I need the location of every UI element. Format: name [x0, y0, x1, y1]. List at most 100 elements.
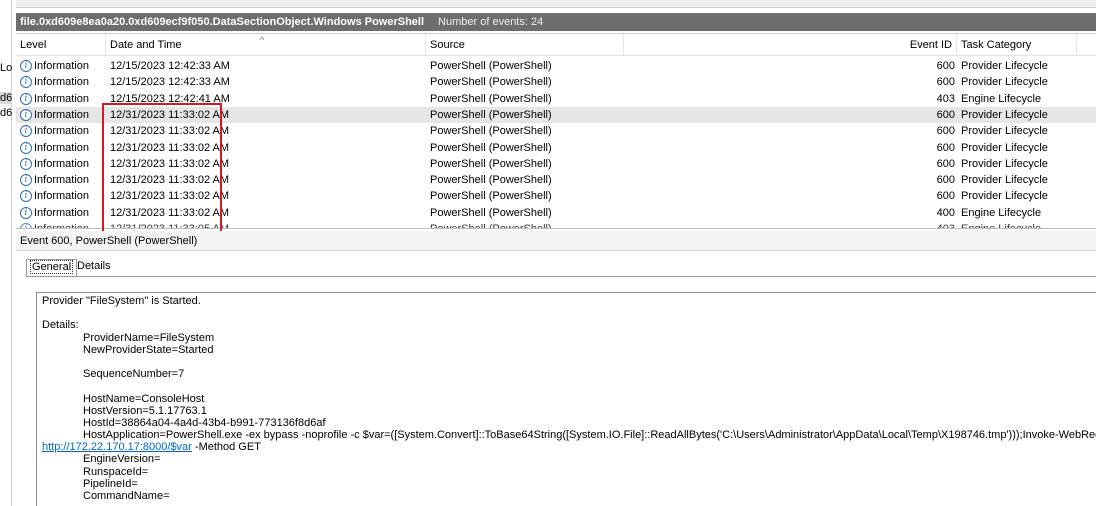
task-category-cell: Provider Lifecycle: [961, 141, 1048, 154]
table-row[interactable]: i Information 12/15/2023 12:42:41 AM PowerS…: [16, 91, 1096, 107]
level-text: Information: [34, 60, 90, 72]
table-row[interactable]: i Information 12/31/2023 11:33:02 AM PowerS…: [16, 140, 1096, 156]
info-icon: i: [20, 60, 32, 72]
source-cell: PowerShell (PowerShell): [430, 174, 552, 187]
task-category-cell: Provider Lifecycle: [961, 108, 1048, 121]
level-cell: i Information: [20, 140, 89, 156]
source-cell: PowerShell (PowerShell): [430, 108, 552, 121]
tree-fragment[interactable]: d6: [0, 107, 12, 119]
table-row[interactable]: i Information 12/15/2023 12:42:33 AM PowerS…: [16, 58, 1096, 74]
level-cell: i Information: [20, 107, 89, 123]
level-cell: i Information: [20, 172, 89, 188]
task-category-cell: Engine Lifecycle: [961, 206, 1042, 219]
pipeline-id-line: PipelineId=: [83, 477, 138, 490]
table-row[interactable]: i Information 12/31/2023 11:33:05 AM PowerS…: [16, 221, 1096, 229]
level-cell: i Information: [20, 188, 89, 204]
table-row[interactable]: i Information 12/31/2023 11:33:02 AM PowerS…: [16, 172, 1096, 188]
sequence-number-line: SequenceNumber=7: [83, 368, 185, 381]
tab-divider: [26, 276, 1096, 277]
datetime-cell: 12/15/2023 12:42:33 AM: [110, 60, 230, 72]
info-icon: i: [20, 223, 32, 228]
event-id-cell: 600: [936, 108, 955, 121]
host-application-line: HostApplication=PowerShell.exe -ex bypas…: [83, 429, 1096, 442]
level-cell: i Information: [20, 221, 90, 229]
provider-name-line: ProviderName=FileSystem: [83, 331, 215, 344]
log-titlebar: file.0xd609e8ea0a20.0xd609ecf9f050.DataS…: [16, 13, 1096, 31]
info-icon: i: [20, 108, 32, 121]
event-id-cell: 600: [936, 190, 955, 203]
level-text: Information: [34, 108, 90, 121]
task-category-cell: Engine Lifecycle: [961, 223, 1042, 229]
source-cell: PowerShell (PowerShell): [430, 60, 552, 72]
host-name-line: HostName=ConsoleHost: [83, 392, 205, 405]
event-detail-header: Event 600, PowerShell (PowerShell): [16, 231, 1096, 251]
provider-started-text: Provider "FileSystem" is Started.: [42, 295, 201, 307]
level-text: Information: [34, 92, 90, 105]
tree-fragment-selected[interactable]: d6: [0, 92, 13, 104]
info-icon: i: [20, 157, 32, 170]
info-icon: i: [20, 125, 32, 138]
details-label: Details:: [42, 319, 79, 332]
table-row[interactable]: i Information 12/15/2023 12:42:33 AM PowerS…: [16, 74, 1096, 90]
table-row[interactable]: i Information 12/31/2023 11:33:02 AM PowerS…: [16, 106, 1096, 123]
table-row[interactable]: i Information 12/31/2023 11:33:02 AM PowerS…: [16, 156, 1096, 172]
source-cell: PowerShell (PowerShell): [430, 223, 552, 229]
table-row[interactable]: i Information 12/31/2023 11:33:02 AM PowerS…: [16, 205, 1096, 221]
task-category-cell: Provider Lifecycle: [961, 76, 1048, 89]
datetime-cell: 12/31/2023 11:33:02 AM: [110, 141, 230, 154]
task-category-cell: Provider Lifecycle: [961, 190, 1048, 203]
level-text: Information: [34, 190, 90, 203]
level-text: Information: [34, 157, 90, 170]
column-header-task-category[interactable]: Task Category: [957, 34, 1077, 56]
event-id-cell: 400: [936, 206, 955, 219]
source-cell: PowerShell (PowerShell): [430, 125, 552, 138]
event-id-cell: 600: [936, 174, 955, 187]
column-header-source[interactable]: Source: [426, 34, 624, 56]
source-cell: PowerShell (PowerShell): [430, 190, 552, 203]
uri-link[interactable]: http://172.22.170.17:8000/$var: [42, 441, 192, 453]
level-text: Information: [34, 174, 90, 187]
host-id-line: HostId=38864a04-4a4d-43b4-b991-773136f8d…: [83, 416, 326, 429]
host-version-line: HostVersion=5.1.17763.1: [83, 404, 207, 417]
level-cell: i Information: [20, 91, 89, 107]
column-header-level[interactable]: Level: [16, 34, 106, 56]
table-row[interactable]: i Information 12/31/2023 11:33:02 AM PowerS…: [16, 188, 1096, 204]
task-category-cell: Provider Lifecycle: [961, 157, 1048, 170]
datetime-cell: 12/31/2023 11:33:02 AM: [110, 174, 230, 187]
datetime-cell: 12/31/2023 11:33:02 AM: [110, 157, 230, 170]
method-text: -Method GET: [191, 441, 261, 454]
column-header-datetime[interactable]: Date and Time: [106, 34, 426, 56]
level-text: Information: [34, 223, 90, 229]
top-border: [16, 0, 1096, 8]
info-icon: i: [20, 206, 32, 219]
level-text: Information: [34, 125, 90, 138]
source-cell: PowerShell (PowerShell): [430, 141, 552, 154]
column-header-event-id[interactable]: Event ID: [624, 34, 957, 56]
uri-line: http://172.22.170.17:8000/$var -Method G…: [42, 441, 1096, 453]
datetime-cell: 12/31/2023 11:33:02 AM: [110, 190, 230, 203]
event-viewer-main: file.0xd609e8ea0a20.0xd609ecf9f050.DataS…: [16, 0, 1096, 506]
tab-general[interactable]: General: [26, 259, 78, 276]
event-list[interactable]: Level Date and Time ^ Source Event ID Ta…: [16, 33, 1096, 229]
tab-general-label: General: [30, 260, 74, 274]
datetime-cell: 12/15/2023 12:42:33 AM: [110, 76, 230, 89]
new-provider-state-line: NewProviderState=Started: [83, 343, 214, 356]
info-icon: i: [20, 141, 32, 154]
tab-details[interactable]: Details: [74, 259, 114, 276]
source-cell: PowerShell (PowerShell): [430, 206, 552, 219]
event-list-header: Level Date and Time ^ Source Event ID Ta…: [16, 34, 1096, 56]
task-category-cell: Engine Lifecycle: [961, 92, 1042, 105]
info-icon: i: [20, 174, 32, 187]
tree-fragment[interactable]: Lo: [0, 62, 12, 74]
task-category-cell: Provider Lifecycle: [961, 125, 1048, 138]
task-category-cell: Provider Lifecycle: [961, 60, 1048, 72]
runspace-id-line: RunspaceId=: [83, 465, 149, 478]
table-row[interactable]: i Information 12/31/2023 11:33:02 AM PowerS…: [16, 123, 1096, 139]
event-id-cell: 600: [936, 157, 955, 170]
info-icon: i: [20, 92, 32, 105]
datetime-cell: 12/31/2023 11:33:05 AM: [110, 223, 230, 229]
info-icon: i: [20, 76, 32, 89]
event-description[interactable]: Provider "FileSystem" is Started. Detail…: [36, 292, 1096, 506]
event-id-cell: 600: [936, 76, 955, 89]
level-text: Information: [34, 141, 90, 154]
